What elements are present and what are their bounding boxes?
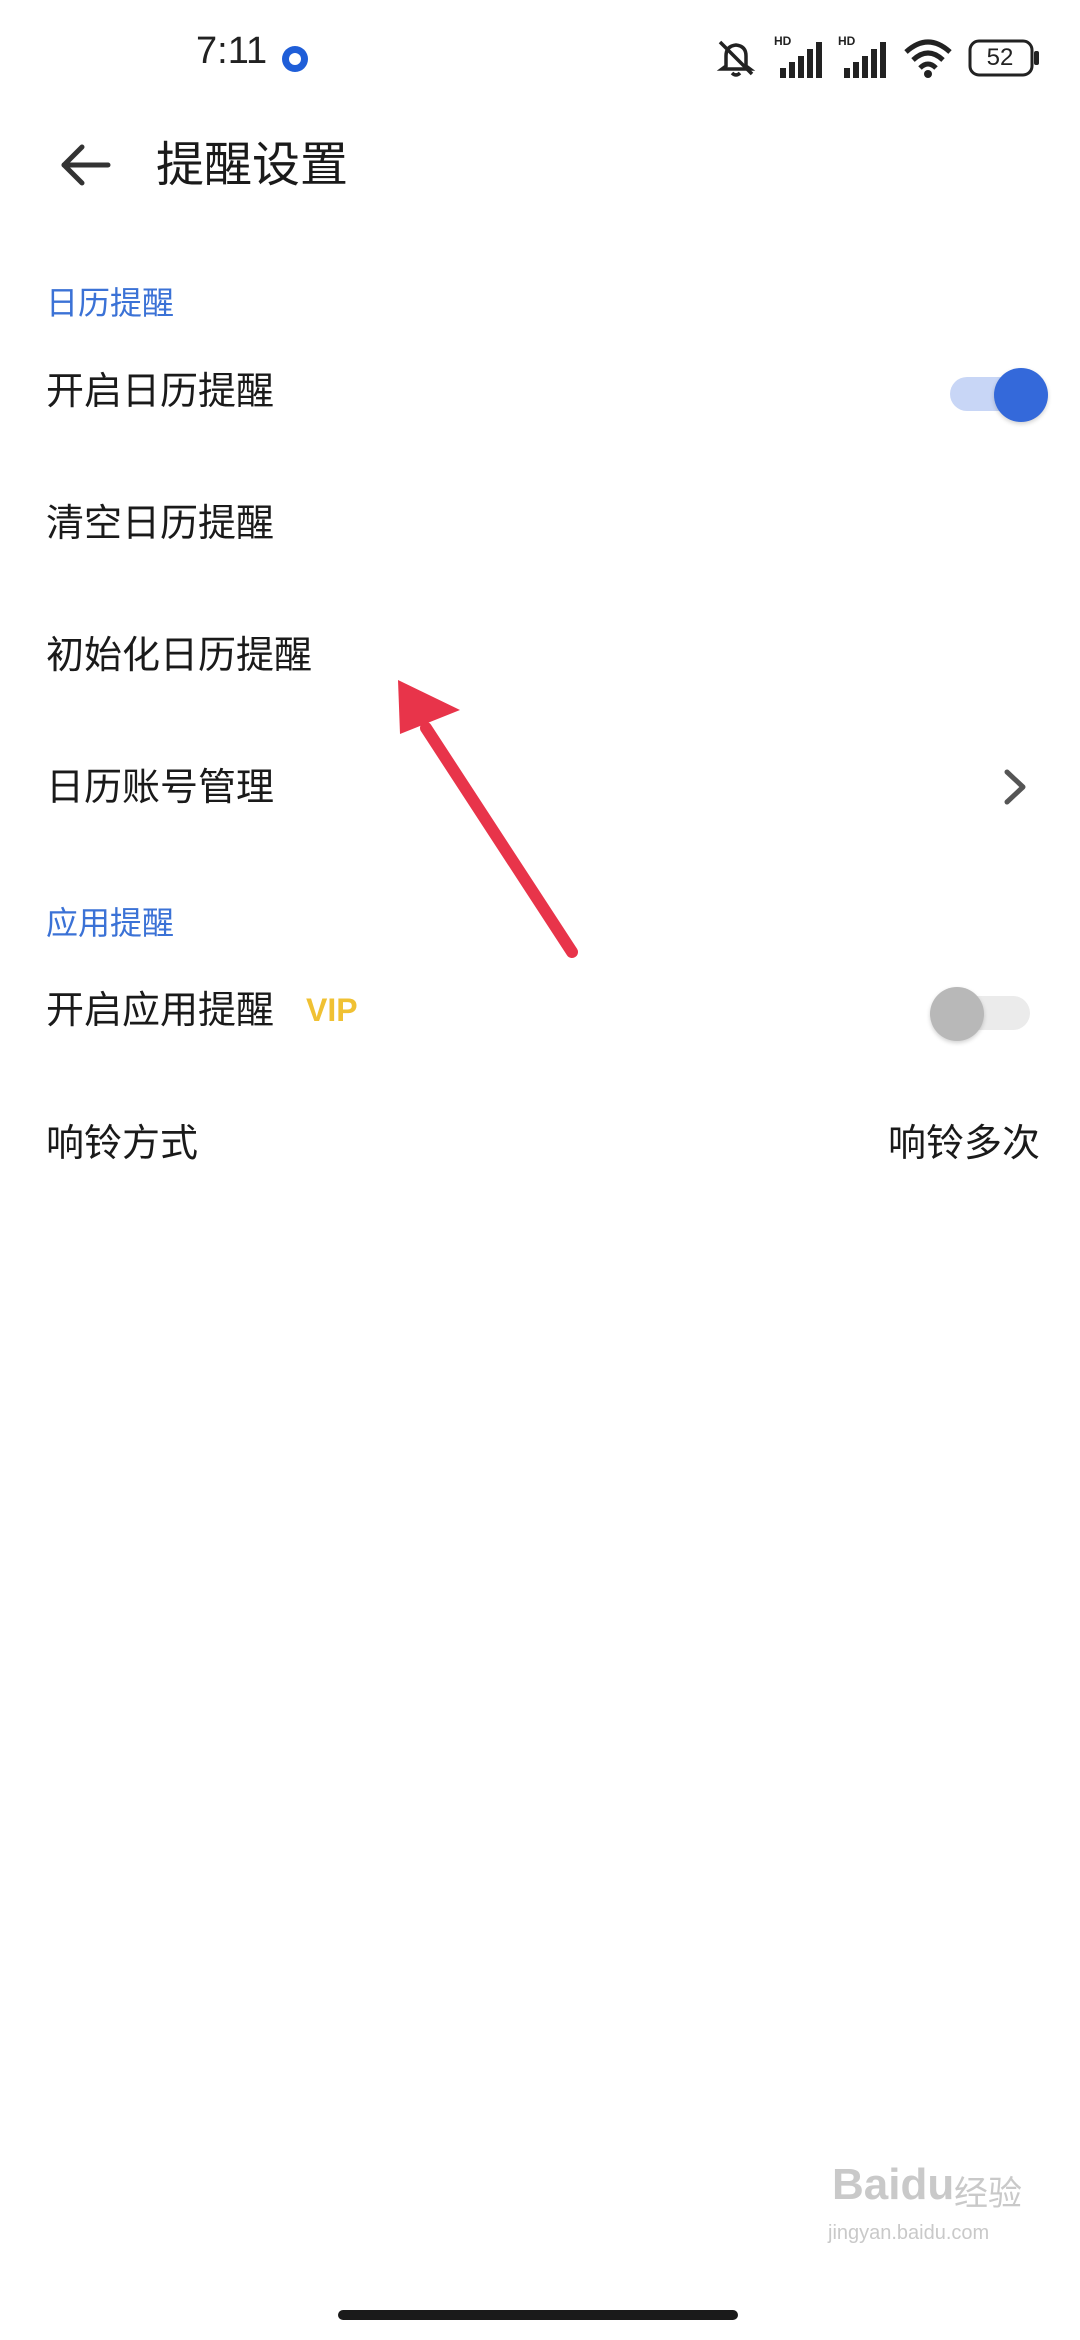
watermark-brand-cn: 经验: [954, 2174, 1022, 2214]
status-time: 7:11: [196, 30, 268, 72]
battery-icon: 52: [968, 39, 1040, 77]
row-enable-app-reminder[interactable]: 开启应用提醒 VIP: [0, 955, 1080, 1065]
home-indicator[interactable]: [338, 2310, 738, 2320]
section-title-app: 应用提醒: [46, 904, 175, 942]
watermark-url: jingyan.baidu.com: [828, 2222, 990, 2244]
toggle-thumb: [930, 987, 984, 1041]
svg-text:HD: HD: [838, 34, 856, 48]
calendar-reminder-toggle[interactable]: [950, 364, 1048, 422]
row-label: 日历账号管理: [46, 765, 275, 809]
baidu-jingyan-watermark: Baidu 经验 jingyan.baidu.com: [824, 2150, 1034, 2260]
wifi-icon: [904, 39, 952, 78]
row-label: 清空日历提醒: [46, 501, 275, 545]
vip-badge: VIP: [306, 992, 358, 1028]
back-button[interactable]: [50, 135, 120, 195]
battery-level: 52: [986, 44, 1014, 71]
row-label: 响铃方式: [46, 1121, 199, 1165]
row-label: 开启日历提醒: [46, 369, 275, 413]
row-enable-calendar-reminder[interactable]: 开启日历提醒: [0, 336, 1080, 446]
row-initialize-calendar-reminders[interactable]: 初始化日历提醒: [0, 600, 1080, 710]
row-label: 开启应用提醒: [46, 988, 275, 1032]
app-notification-icon: [282, 46, 308, 72]
row-calendar-account-management[interactable]: 日历账号管理: [0, 732, 1080, 842]
app-reminder-toggle[interactable]: [930, 983, 1030, 1041]
page-title: 提醒设置: [156, 137, 349, 193]
signal-hd-icon: HD: [838, 34, 886, 78]
section-title-calendar: 日历提醒: [46, 284, 175, 322]
signal-hd-icon: HD: [774, 34, 822, 78]
toggle-thumb: [994, 368, 1048, 422]
row-ring-mode[interactable]: 响铃方式 响铃多次: [0, 1088, 1080, 1198]
svg-text:HD: HD: [774, 34, 792, 48]
row-label: 初始化日历提醒: [46, 633, 313, 677]
status-bar: 7:11 HD HD 52: [0, 0, 1080, 120]
row-clear-calendar-reminders[interactable]: 清空日历提醒: [0, 468, 1080, 578]
ring-mode-value: 响铃多次: [887, 1121, 1040, 1165]
chevron-right-icon: [1004, 769, 1026, 805]
header: 提醒设置: [0, 120, 1080, 210]
status-icons: HD HD 52: [712, 28, 1040, 88]
back-arrow-icon: [61, 144, 111, 186]
mute-icon: [716, 40, 756, 77]
watermark-brand: Baidu: [832, 2160, 955, 2209]
